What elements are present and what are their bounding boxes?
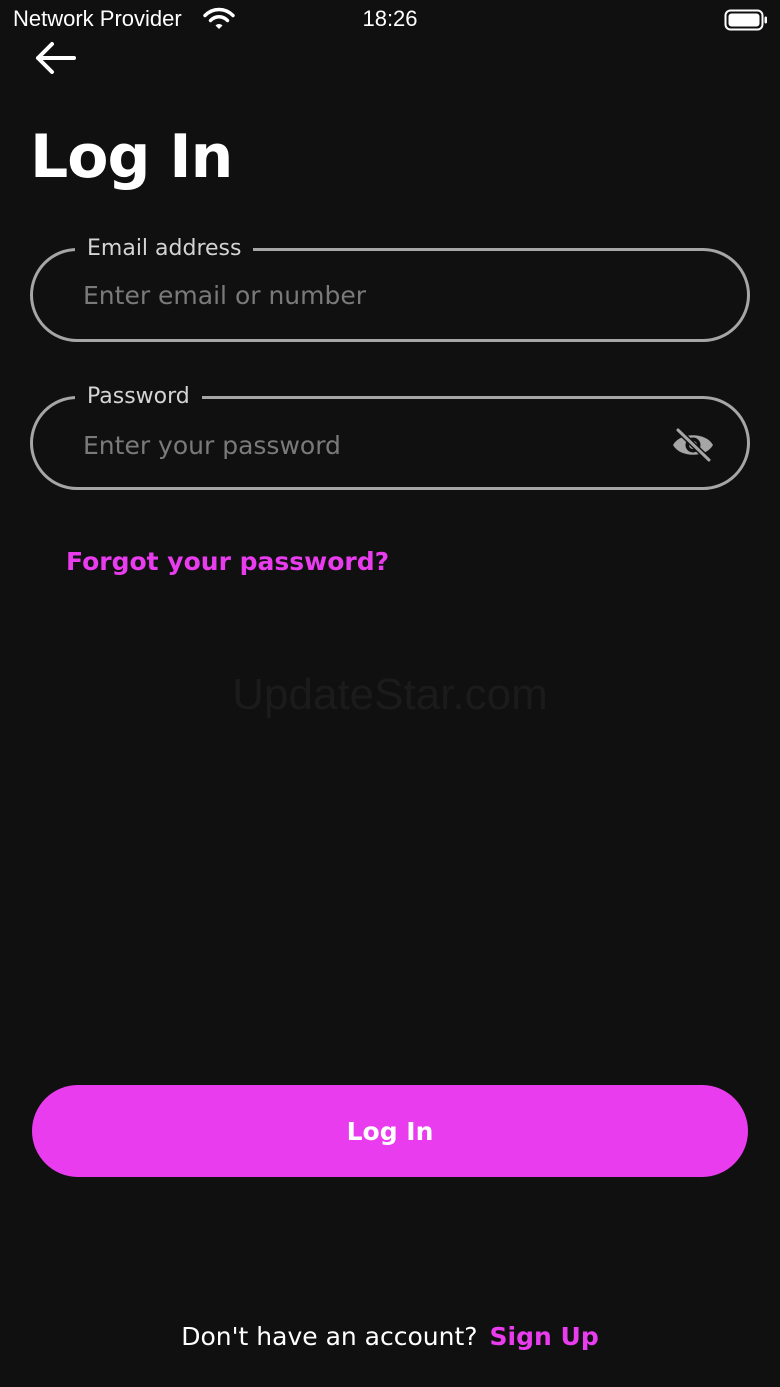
password-field[interactable]: Password: [30, 382, 750, 490]
signup-row: Don't have an account? Sign Up: [0, 1322, 780, 1351]
email-input[interactable]: [83, 269, 643, 321]
clock: 18:26: [362, 6, 418, 31]
signup-prompt: Don't have an account?: [181, 1322, 478, 1351]
sign-up-link[interactable]: Sign Up: [490, 1322, 599, 1351]
email-label: Email address: [75, 234, 254, 264]
forgot-password-link[interactable]: Forgot your password?: [66, 547, 389, 576]
password-input[interactable]: [83, 419, 643, 471]
page-title: Log In: [30, 122, 233, 192]
arrow-left-icon[interactable]: [28, 38, 84, 78]
status-bar: Network Provider 18:26: [0, 0, 780, 40]
battery-full-icon: [724, 9, 767, 31]
login-button[interactable]: Log In: [32, 1085, 748, 1177]
eye-off-icon[interactable]: [671, 427, 715, 463]
password-label: Password: [75, 382, 202, 412]
email-field[interactable]: Email address: [30, 234, 750, 342]
watermark: UpdateStar.com: [232, 670, 548, 719]
